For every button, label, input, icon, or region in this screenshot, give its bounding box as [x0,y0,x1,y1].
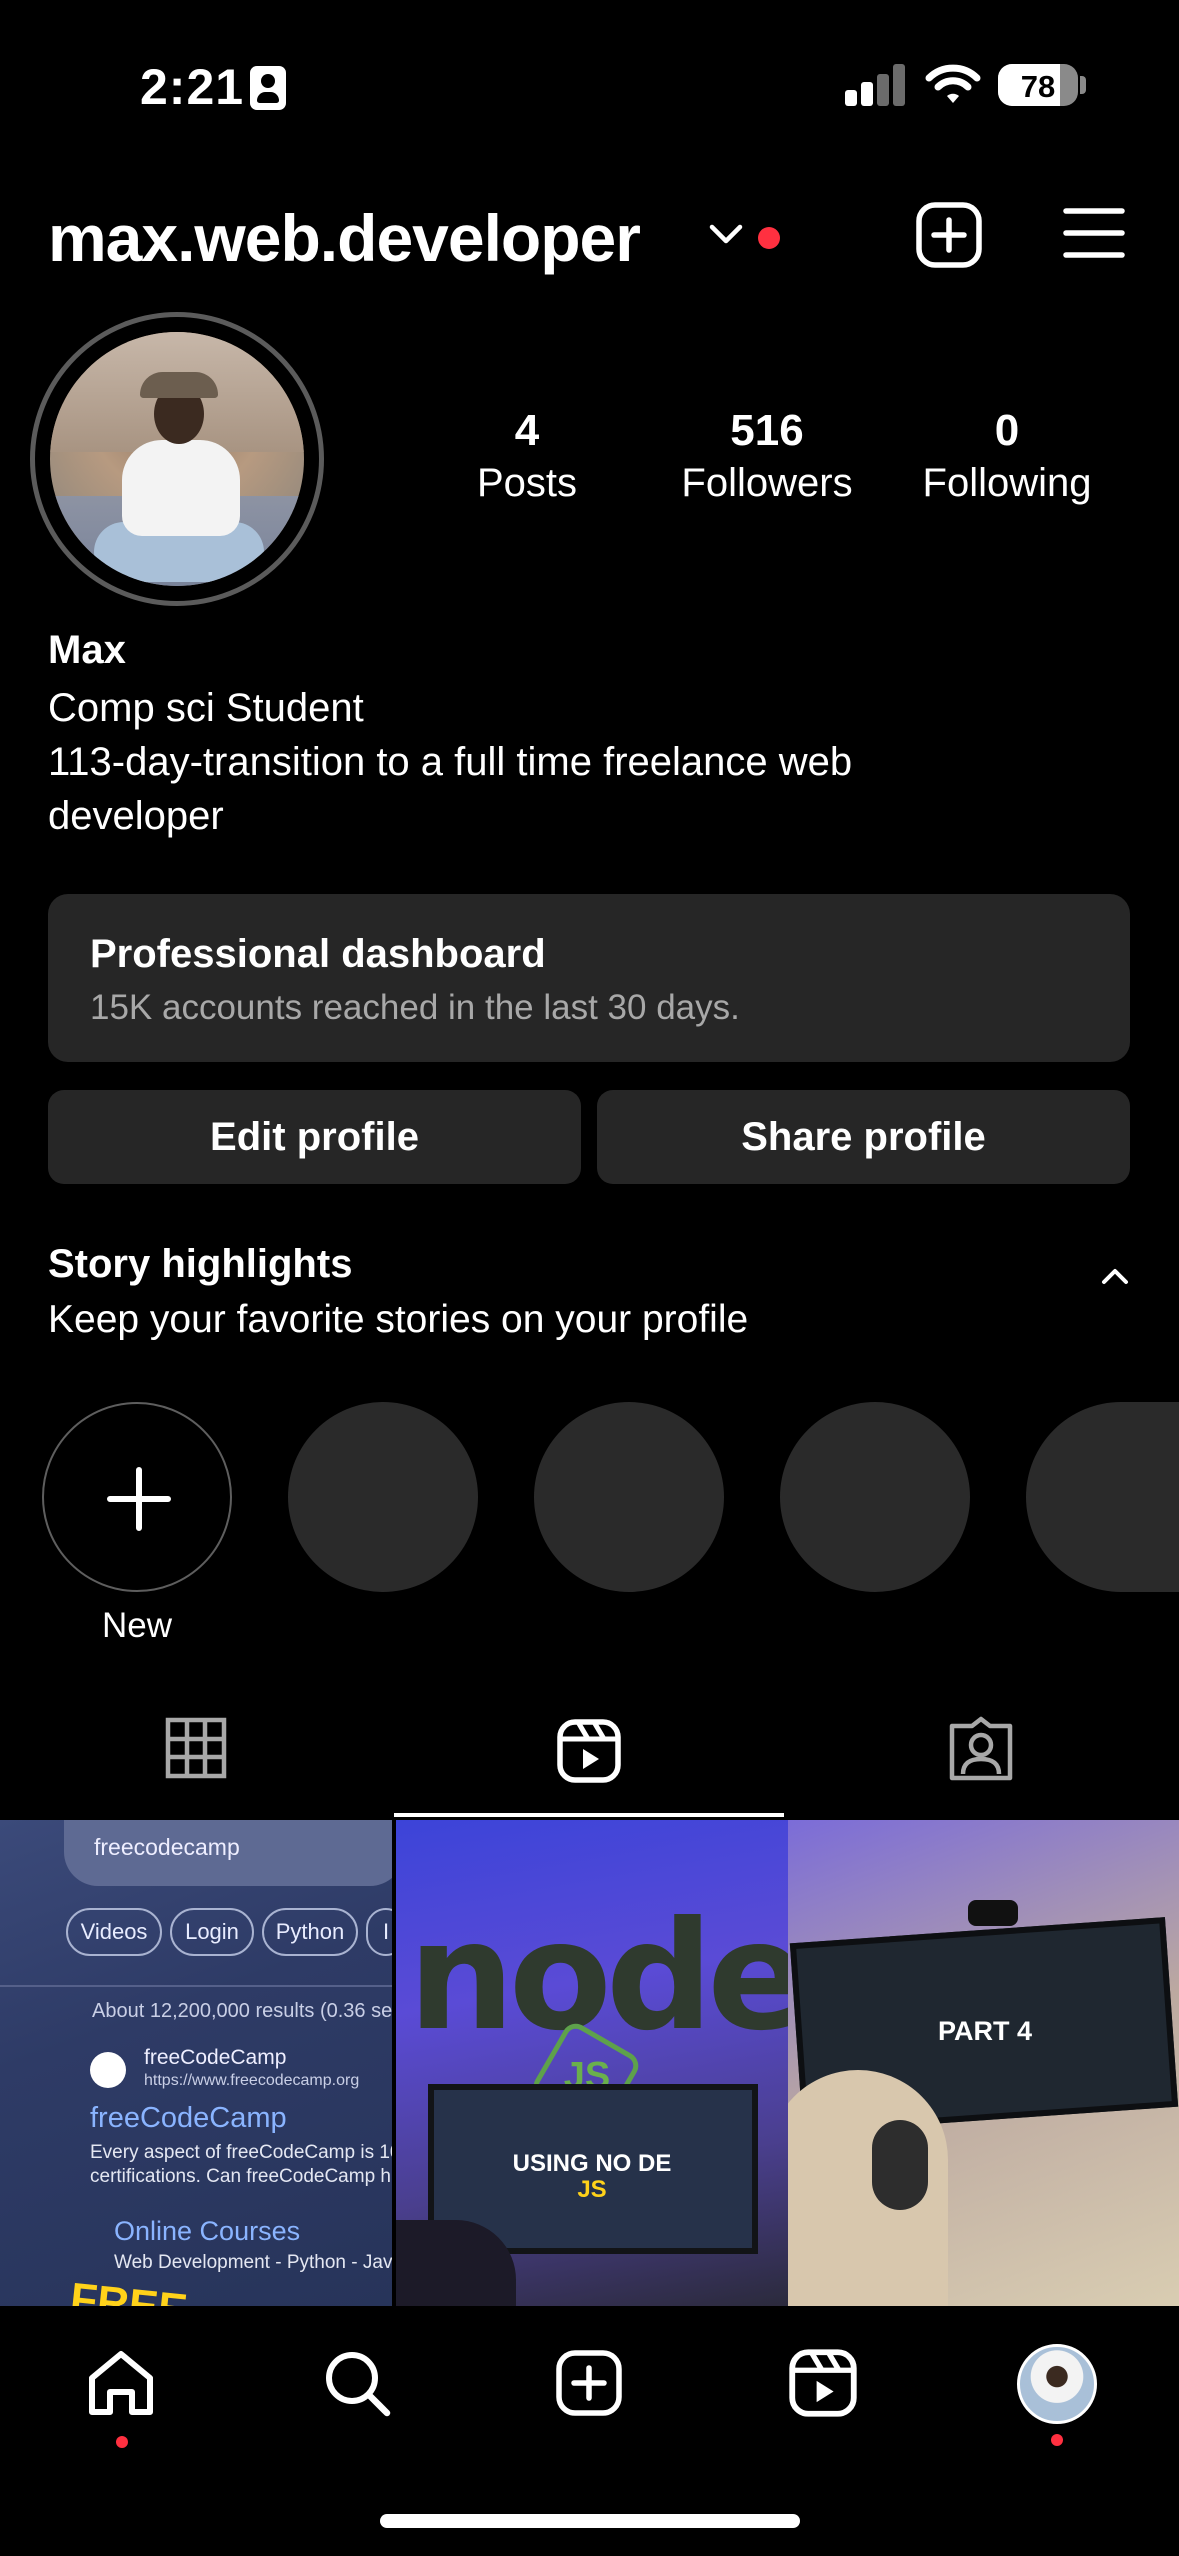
thumb-pill: I [366,1908,392,1956]
thumb-snippet: certifications. Can freeCodeCamp h [90,2166,391,2187]
thumb-webcam [968,1900,1018,1926]
professional-dashboard[interactable]: Professional dashboard 15K accounts reac… [48,894,1130,1062]
highlight-placeholder [288,1402,478,1592]
stat-followers[interactable]: 516 Followers [667,405,867,509]
grid-icon[interactable] [164,1716,228,1780]
bio-line: 113-day-transition to a full time freela… [48,740,853,784]
bio-line: developer [48,794,224,838]
post-thumbnail[interactable]: freecodecamp Videos Login Python I About… [0,1820,392,2306]
active-tab-indicator [394,1813,784,1817]
thumb-divider [0,1985,392,1987]
highlight-placeholder [780,1402,970,1592]
stat-value: 0 [994,406,1020,455]
menu-icon[interactable] [1062,205,1126,261]
tagged-icon[interactable] [948,1716,1014,1782]
dashboard-subtitle: 15K accounts reached in the last 30 days… [90,988,740,1027]
stat-value: 516 [730,406,804,455]
highlights-title: Story highlights [48,1242,353,1286]
stat-label: Following [922,461,1092,505]
thumb-pill: Videos [66,1908,162,1956]
stat-label: Followers [681,461,853,505]
plus-icon [107,1467,171,1531]
profile-nav-avatar[interactable] [1017,2344,1097,2424]
stat-following[interactable]: 0 Following [907,405,1107,509]
contact-card-icon [250,66,286,110]
bio-name: Max [48,628,126,672]
thumb-sublink: Online Courses [114,2216,301,2246]
profile-username[interactable]: max.web.developer [48,200,641,276]
thumb-snippet: Every aspect of freeCodeCamp is 10 [90,2142,392,2163]
highlight-placeholder [534,1402,724,1592]
chevron-down-icon[interactable] [708,222,744,246]
edit-profile-button[interactable]: Edit profile [48,1090,581,1184]
thumb-results-text: About 12,200,000 results (0.36 secon [92,2000,392,2022]
reels-icon[interactable] [556,1718,622,1784]
thumb-pill: Python [262,1908,358,1956]
share-profile-button[interactable]: Share profile [597,1090,1130,1184]
thumb-pill: Login [170,1908,254,1956]
post-thumbnail[interactable]: PART 4 [788,1820,1179,2306]
notification-dot [758,227,780,249]
stat-label: Posts [476,461,578,505]
create-icon[interactable] [554,2348,624,2418]
home-indicator[interactable] [380,2514,800,2528]
profile-avatar[interactable] [50,332,304,586]
thumb-link-title: freeCodeCamp [90,2102,287,2134]
thumb-caption: USING NO DE [512,2150,672,2177]
battery-tip [1080,76,1086,94]
cellular-signal-icon [845,64,907,106]
highlight-placeholder [1026,1402,1179,1592]
thumb-caption: PART 4 [938,2016,1033,2046]
bio-line: Comp sci Student [48,686,364,730]
home-notification-dot [116,2436,128,2448]
create-post-icon[interactable] [914,200,984,270]
thumb-site-name: freeCodeCamp [144,2046,287,2069]
battery-indicator: 78 [998,64,1078,106]
dashboard-title: Professional dashboard [90,932,546,976]
stat-value: 4 [514,406,540,455]
new-highlight-label: New [101,1606,173,1645]
thumb-caption: JS [577,2176,607,2203]
stat-posts[interactable]: 4 Posts [427,405,627,509]
thumb-site-url: https://www.freecodecamp.org [144,2072,360,2089]
reels-nav-icon[interactable] [788,2348,858,2418]
wifi-icon [925,64,981,103]
profile-notification-dot [1051,2434,1063,2446]
highlights-subtitle: Keep your favorite stories on your profi… [48,1298,749,1341]
post-thumbnail[interactable]: node JS USING NO DE JS [396,1820,788,2306]
thumb-site-logo [90,2052,126,2088]
thumb-headphones [872,2120,928,2210]
thumb-search-text: freecodecamp [94,1834,240,1860]
status-time: 2:21 [140,59,245,115]
home-icon[interactable] [86,2348,156,2418]
thumb-corner-text: FREE [67,2274,190,2306]
battery-percent: 78 [1020,69,1056,104]
thumb-sublink-desc: Web Development - Python - Java [114,2252,392,2273]
search-icon[interactable] [322,2348,392,2418]
new-highlight-button[interactable] [42,1402,232,1592]
chevron-up-icon[interactable] [1100,1266,1130,1286]
